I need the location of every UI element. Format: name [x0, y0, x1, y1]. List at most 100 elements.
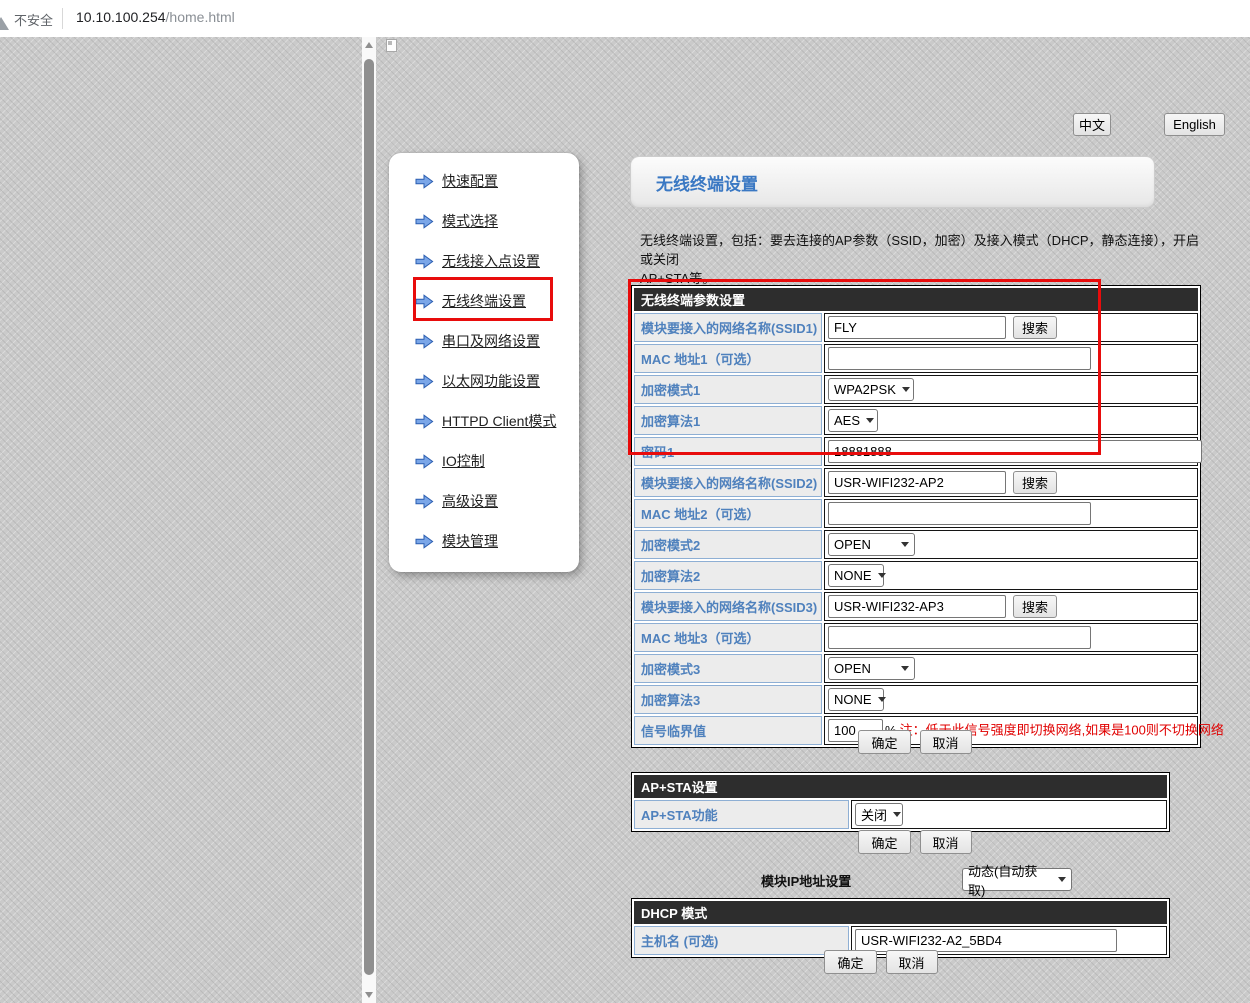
vertical-scrollbar[interactable]: [362, 37, 376, 1003]
sidebar-item-io-control[interactable]: IO控制: [389, 441, 579, 481]
table-header-row: AP+STA设置: [634, 775, 1167, 798]
mac2-input[interactable]: [828, 502, 1091, 525]
sta-confirm-button[interactable]: 确定: [858, 730, 910, 754]
sidebar-item-ethernet[interactable]: 以太网功能设置: [389, 361, 579, 401]
language-english-button[interactable]: English: [1164, 113, 1225, 136]
broken-image-icon: [386, 39, 397, 52]
sidebar-item-label: 以太网功能设置: [442, 371, 540, 391]
table-row: 加密模式3 OPEN: [634, 654, 1198, 683]
ssid2-label: 模块要接入的网络名称(SSID2): [634, 468, 822, 497]
scrollbar-thumb[interactable]: [364, 59, 374, 975]
security-label: 不安全: [14, 10, 53, 29]
encryption-algorithm3-select[interactable]: NONE: [828, 688, 884, 711]
sidebar-item-label: 无线终端设置: [442, 291, 526, 311]
table-row: MAC 地址1（可选）: [634, 344, 1198, 373]
encryption-mode2-label: 加密模式2: [634, 530, 822, 559]
table-row: 模块要接入的网络名称(SSID1) 搜索: [634, 313, 1198, 342]
page-title-panel: 无线终端设置: [630, 156, 1155, 208]
sidebar-item-ap-settings[interactable]: 无线接入点设置: [389, 241, 579, 281]
mac1-input[interactable]: [828, 347, 1091, 370]
sta-table-header: 无线终端参数设置: [634, 288, 1198, 311]
mac1-label: MAC 地址1（可选）: [634, 344, 822, 373]
ap-sta-function-label: AP+STA功能: [634, 800, 849, 829]
table-row: MAC 地址3（可选）: [634, 623, 1198, 652]
table-row: 加密算法3 NONE: [634, 685, 1198, 714]
url-path: /home.html: [166, 9, 235, 25]
arrow-right-icon: [415, 174, 434, 189]
url-text[interactable]: 10.10.100.254/home.html: [76, 9, 235, 25]
sidebar-item-label: 高级设置: [442, 491, 498, 511]
arrow-right-icon: [415, 374, 434, 389]
dhcp-button-row: 确定 取消: [596, 950, 1166, 974]
sidebar-item-mode-select[interactable]: 模式选择: [389, 201, 579, 241]
sidebar-item-label: 串口及网络设置: [442, 331, 540, 351]
browser-address-bar[interactable]: 不安全 10.10.100.254/home.html: [0, 0, 1250, 38]
table-row: 模块要接入的网络名称(SSID2) 搜索: [634, 468, 1198, 497]
dhcp-confirm-button[interactable]: 确定: [824, 950, 876, 974]
arrow-right-icon: [415, 294, 434, 309]
hostname-input[interactable]: [855, 929, 1117, 952]
sidebar-menu: 快速配置 模式选择 无线接入点设置 无线终端设置 串口及网络设置 以太网功能设置…: [389, 153, 579, 572]
arrow-right-icon: [415, 494, 434, 509]
ssid2-search-button[interactable]: 搜索: [1013, 471, 1057, 494]
chevron-down-icon: [901, 542, 909, 547]
ssid3-search-button[interactable]: 搜索: [1013, 595, 1057, 618]
arrow-right-icon: [415, 334, 434, 349]
chevron-down-icon: [878, 697, 886, 702]
encryption-mode2-select[interactable]: OPEN: [828, 533, 915, 556]
ap-sta-function-select[interactable]: 关闭: [855, 803, 903, 826]
mac2-label: MAC 地址2（可选）: [634, 499, 822, 528]
sidebar-item-label: 模式选择: [442, 211, 498, 231]
table-row: 密码1: [634, 437, 1198, 466]
mac3-label: MAC 地址3（可选）: [634, 623, 822, 652]
table-row: 加密模式2 OPEN: [634, 530, 1198, 559]
arrow-right-icon: [415, 534, 434, 549]
sidebar-item-label: IO控制: [442, 451, 485, 471]
table-header-row: DHCP 模式: [634, 901, 1167, 924]
encryption-mode3-select[interactable]: OPEN: [828, 657, 915, 680]
ap-sta-cancel-button[interactable]: 取消: [920, 830, 972, 854]
sidebar-item-httpd-client[interactable]: HTTPD Client模式: [389, 401, 579, 441]
password1-input[interactable]: [828, 440, 1202, 463]
ssid1-input[interactable]: [828, 316, 1006, 339]
ssid1-search-button[interactable]: 搜索: [1013, 316, 1057, 339]
ap-sta-button-row: 确定 取消: [630, 830, 1200, 854]
scroll-up-icon[interactable]: [362, 37, 376, 53]
ssid3-input[interactable]: [828, 595, 1006, 618]
sidebar-item-sta-settings[interactable]: 无线终端设置: [389, 281, 579, 321]
language-chinese-button[interactable]: 中文: [1073, 113, 1111, 136]
sidebar-item-advanced[interactable]: 高级设置: [389, 481, 579, 521]
scroll-down-icon[interactable]: [362, 987, 376, 1003]
url-host: 10.10.100.254: [76, 9, 166, 25]
module-ip-mode-select[interactable]: 动态(自动获取): [962, 868, 1072, 891]
arrow-right-icon: [415, 254, 434, 269]
dhcp-header: DHCP 模式: [634, 901, 1167, 924]
module-ip-setting-row: 模块IP地址设置 动态(自动获取): [630, 868, 1200, 892]
encryption-mode1-select[interactable]: WPA2PSK: [828, 378, 914, 401]
sidebar-item-module-management[interactable]: 模块管理: [389, 521, 579, 561]
sidebar-item-label: 无线接入点设置: [442, 251, 540, 271]
encryption-algorithm3-label: 加密算法3: [634, 685, 822, 714]
encryption-algorithm1-label: 加密算法1: [634, 406, 822, 435]
ssid1-label: 模块要接入的网络名称(SSID1): [634, 313, 822, 342]
dhcp-cancel-button[interactable]: 取消: [886, 950, 938, 974]
page-title: 无线终端设置: [656, 170, 758, 195]
description-line: 无线终端设置，包括：要去连接的AP参数（SSID，加密）及接入模式（DHCP，静…: [640, 231, 1200, 269]
sidebar-item-serial-network[interactable]: 串口及网络设置: [389, 321, 579, 361]
sidebar-item-quick-config[interactable]: 快速配置: [389, 161, 579, 201]
sidebar-item-label: 快速配置: [442, 171, 498, 191]
sta-cancel-button[interactable]: 取消: [920, 730, 972, 754]
arrow-right-icon: [415, 454, 434, 469]
encryption-algorithm2-select[interactable]: NONE: [828, 564, 884, 587]
sta-button-row: 确定 取消: [630, 730, 1200, 754]
ap-sta-confirm-button[interactable]: 确定: [858, 830, 910, 854]
arrow-right-icon: [415, 414, 434, 429]
ssid2-input[interactable]: [828, 471, 1006, 494]
arrow-right-icon: [415, 214, 434, 229]
encryption-mode3-label: 加密模式3: [634, 654, 822, 683]
ssid3-label: 模块要接入的网络名称(SSID3): [634, 592, 822, 621]
dhcp-table: DHCP 模式 主机名 (可选): [631, 898, 1170, 958]
encryption-algorithm1-select[interactable]: AES: [828, 409, 878, 432]
mac3-input[interactable]: [828, 626, 1091, 649]
chevron-down-icon: [1058, 877, 1066, 882]
